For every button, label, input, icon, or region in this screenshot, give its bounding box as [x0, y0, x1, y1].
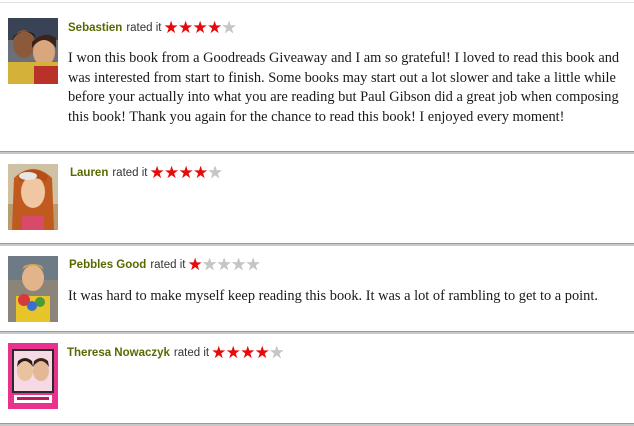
- star-icon: ★: [207, 18, 223, 38]
- reviewer-name[interactable]: Theresa Nowaczyk: [67, 347, 170, 359]
- star-icon: ★: [187, 255, 203, 275]
- reviewer-name[interactable]: Lauren: [70, 167, 108, 179]
- rated-label: rated it: [112, 167, 148, 179]
- avatar[interactable]: [8, 164, 58, 230]
- review-meta: Sebastien rated it ★ ★ ★ ★ ★: [68, 18, 237, 38]
- review-item: Lauren rated it ★ ★ ★ ★ ★: [0, 154, 634, 244]
- star-icon: ★: [225, 343, 241, 363]
- reviewer-name[interactable]: Sebastien: [68, 22, 122, 34]
- rated-label: rated it: [150, 259, 186, 271]
- star-icon: ★: [211, 343, 227, 363]
- star-icon: ★: [193, 163, 209, 183]
- rated-label: rated it: [126, 22, 162, 34]
- star-rating: ★ ★ ★ ★ ★: [163, 18, 237, 38]
- review-item: Theresa Nowaczyk rated it ★ ★ ★ ★ ★: [0, 334, 634, 426]
- avatar[interactable]: [8, 343, 58, 409]
- star-icon: ★: [178, 163, 194, 183]
- avatar[interactable]: [8, 18, 58, 84]
- star-empty-icon: ★: [207, 163, 223, 183]
- star-icon: ★: [192, 18, 208, 38]
- star-empty-icon: ★: [216, 255, 232, 275]
- avatar[interactable]: [8, 256, 58, 322]
- star-icon: ★: [149, 163, 165, 183]
- star-empty-icon: ★: [221, 18, 237, 38]
- star-icon: ★: [163, 18, 179, 38]
- star-empty-icon: ★: [269, 343, 285, 363]
- star-rating: ★ ★ ★ ★ ★: [187, 255, 261, 275]
- review-meta: Theresa Nowaczyk rated it ★ ★ ★ ★ ★: [67, 343, 285, 363]
- review-text: It was hard to make myself keep reading …: [68, 288, 598, 304]
- star-empty-icon: ★: [202, 255, 218, 275]
- review-item: Pebbles Good rated it ★ ★ ★ ★ ★ It was hard …: [0, 246, 634, 332]
- review-meta: Pebbles Good rated it ★ ★ ★ ★ ★: [69, 255, 261, 275]
- rated-label: rated it: [173, 347, 210, 359]
- star-icon: ★: [164, 163, 180, 183]
- star-empty-icon: ★: [245, 255, 261, 275]
- star-rating: ★ ★ ★ ★ ★: [211, 343, 285, 363]
- review-meta: Lauren rated it ★ ★ ★ ★ ★: [70, 163, 223, 183]
- star-rating: ★ ★ ★ ★ ★: [149, 163, 223, 183]
- review-item: Sebastien rated it ★ ★ ★ ★ ★ I won this book…: [0, 0, 634, 150]
- star-icon: ★: [240, 343, 256, 363]
- reviewer-name[interactable]: Pebbles Good: [69, 259, 146, 271]
- star-icon: ★: [254, 343, 270, 363]
- star-empty-icon: ★: [231, 255, 247, 275]
- review-text: I won this book from a Goodreads Giveawa…: [68, 50, 620, 125]
- star-icon: ★: [178, 18, 194, 38]
